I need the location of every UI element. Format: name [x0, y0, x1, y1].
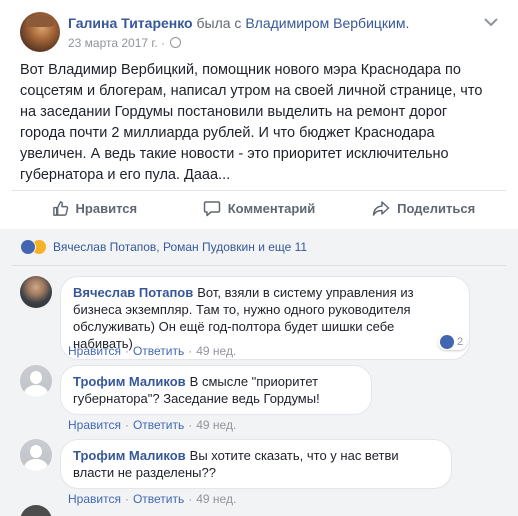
- comment-label: Комментарий: [227, 200, 316, 216]
- comment-bubble: Трофим Маликов В смысле "приоритет губерн…: [60, 365, 372, 415]
- tagged-friend-link[interactable]: Владимиром Вербицким.: [245, 15, 409, 31]
- post-title-line: Галина Титаренко была с Владимиром Верби…: [68, 14, 409, 32]
- comment: Трофим Маликов В смысле "приоритет губерн…: [20, 365, 502, 433]
- post-actions: Нравится Комментарий Поделиться: [12, 192, 506, 224]
- comment-time[interactable]: 49 нед.: [196, 418, 236, 432]
- like-reaction-icon: [20, 239, 36, 255]
- author-name-link[interactable]: Галина Титаренко: [68, 15, 193, 31]
- comment: Вячеслав Потапов Вот, взяли в систему упр…: [20, 276, 502, 360]
- post-body: Вот Владимир Вербицкий, помощник нового …: [20, 62, 483, 183]
- comment-like-link[interactable]: Нравится: [68, 344, 121, 358]
- comments-section: Вячеслав Потапов, Роман Пудовкин и еще 1…: [0, 229, 518, 516]
- comment-reactions-badge[interactable]: 2: [438, 334, 468, 350]
- speech-bubble-icon: [203, 200, 220, 216]
- like-reaction-icon: [440, 335, 454, 349]
- share-button[interactable]: Поделиться: [341, 192, 506, 224]
- like-label: Нравится: [75, 200, 138, 216]
- comment-actions: Нравится · Ответить · 49 нед.: [68, 344, 237, 358]
- share-arrow-icon: [372, 200, 390, 216]
- comment-actions: Нравится · Ответить · 49 нед.: [68, 492, 237, 506]
- comment-actions: Нравится · Ответить · 49 нед.: [68, 418, 237, 432]
- commenter-avatar[interactable]: [20, 276, 52, 308]
- comment-time[interactable]: 49 нед.: [196, 492, 236, 506]
- commenter-avatar[interactable]: [20, 365, 52, 397]
- with-text: была с: [196, 15, 242, 31]
- comment-like-link[interactable]: Нравится: [68, 492, 121, 506]
- reaction-count: 2: [457, 336, 464, 348]
- post-header: Галина Титаренко была с Владимиром Верби…: [20, 10, 506, 56]
- post-date[interactable]: 23 марта 2017 г.: [68, 36, 158, 50]
- commenter-name[interactable]: Трофим Маликов: [73, 448, 186, 463]
- share-label: Поделиться: [397, 200, 476, 216]
- like-button[interactable]: Нравится: [12, 192, 177, 224]
- comment-reply-link[interactable]: Ответить: [133, 492, 184, 506]
- comment-bubble: Трофим Маликов Вы хотите сказать, что у н…: [60, 439, 452, 489]
- reactors-names[interactable]: Вячеслав Потапов, Роман Пудовкин и еще 1…: [53, 240, 307, 254]
- commenter-name[interactable]: Трофим Маликов: [73, 374, 186, 389]
- divider: [12, 265, 506, 266]
- post-meta: 23 марта 2017 г. ·: [68, 36, 182, 50]
- thumbs-up-icon: [52, 200, 68, 216]
- author-avatar[interactable]: [20, 12, 60, 52]
- commenter-avatar[interactable]: [20, 439, 52, 471]
- chevron-down-icon[interactable]: [484, 14, 498, 30]
- comment-reply-link[interactable]: Ответить: [133, 344, 184, 358]
- comment: Трофим Маликов Вы хотите сказать, что у н…: [20, 439, 502, 507]
- commenter-name[interactable]: Вячеслав Потапов: [73, 285, 193, 300]
- globe-icon: [170, 37, 182, 48]
- comment-button[interactable]: Комментарий: [177, 192, 342, 224]
- post-card: Галина Титаренко была с Владимиром Верби…: [0, 0, 518, 516]
- comment-like-link[interactable]: Нравится: [68, 418, 121, 432]
- divider: [12, 190, 506, 191]
- reactions-summary[interactable]: Вячеслав Потапов, Роман Пудовкин и еще 1…: [20, 239, 307, 255]
- comment-time[interactable]: 49 нед.: [196, 344, 236, 358]
- comment-reply-link[interactable]: Ответить: [133, 418, 184, 432]
